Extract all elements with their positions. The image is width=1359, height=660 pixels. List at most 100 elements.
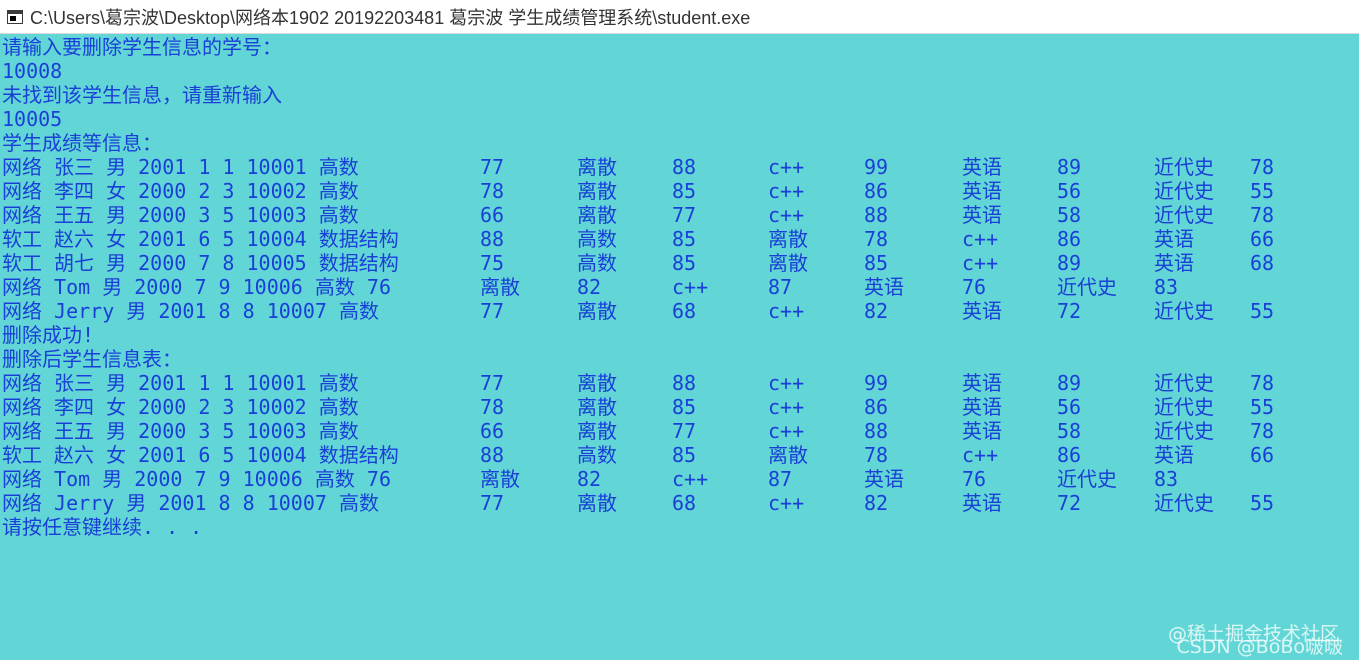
score-cell: 55 xyxy=(1250,179,1275,203)
console-output[interactable]: 请输入要删除学生信息的学号： 10008 未找到该学生信息，请重新输入 1000… xyxy=(2,35,1352,539)
score-cell: 99 xyxy=(864,155,889,179)
student-info-cell: 网络 王五 男 2000 3 5 10003 高数 xyxy=(2,419,359,443)
score-cell: c++ xyxy=(962,251,999,275)
score-cell: 86 xyxy=(864,179,889,203)
score-cell: 88 xyxy=(480,443,505,467)
score-cell: 76 xyxy=(962,467,987,491)
student-row: 软工 赵六 女 2001 6 5 10004 数据结构 88 高数 85 离散 78 c++… xyxy=(2,443,1352,467)
student-table-before: 网络 张三 男 2001 1 1 10001 高数 77 离散 88 c++ 99 英语 89… xyxy=(2,155,1352,323)
student-info-cell: 软工 赵六 女 2001 6 5 10004 数据结构 xyxy=(2,443,399,467)
score-cell: 85 xyxy=(672,179,697,203)
score-cell: 88 xyxy=(480,227,505,251)
score-cell: 82 xyxy=(577,275,602,299)
score-cell: 86 xyxy=(864,395,889,419)
student-row: 网络 Jerry 男 2001 8 8 10007 高数 77 离散 68 c++ 82 英… xyxy=(2,491,1352,515)
score-cell: 85 xyxy=(672,443,697,467)
score-cell: 66 xyxy=(480,203,505,227)
score-cell: 58 xyxy=(1057,419,1082,443)
score-cell: 近代史 xyxy=(1154,155,1214,179)
console-input-echo: 10008 xyxy=(2,59,63,83)
score-cell: 78 xyxy=(480,395,505,419)
score-cell: 86 xyxy=(1057,227,1082,251)
score-cell: 近代史 xyxy=(1154,491,1214,515)
score-cell: 68 xyxy=(1250,251,1275,275)
student-row: 网络 张三 男 2001 1 1 10001 高数 77 离散 88 c++ 99 英语 89… xyxy=(2,155,1352,179)
score-cell: 离散 xyxy=(768,443,808,467)
score-cell: 77 xyxy=(480,299,505,323)
score-cell: 77 xyxy=(480,491,505,515)
score-cell: 85 xyxy=(672,395,697,419)
student-info-cell: 网络 Tom 男 2000 7 9 10006 高数 76 xyxy=(2,467,391,491)
score-cell: 88 xyxy=(672,155,697,179)
score-cell: c++ xyxy=(768,179,805,203)
student-row: 网络 王五 男 2000 3 5 10003 高数 66 离散 77 c++ 88 英语 58… xyxy=(2,419,1352,443)
student-row: 网络 Tom 男 2000 7 9 10006 高数 76 离散 82 c++ 87 英语… xyxy=(2,467,1352,491)
score-cell: 英语 xyxy=(1154,227,1194,251)
score-cell: 85 xyxy=(672,227,697,251)
student-row: 网络 李四 女 2000 2 3 10002 高数 78 离散 85 c++ 86 英语 56… xyxy=(2,395,1352,419)
score-cell: 72 xyxy=(1057,299,1082,323)
score-cell: 英语 xyxy=(864,467,904,491)
score-cell: 56 xyxy=(1057,179,1082,203)
score-cell: 英语 xyxy=(962,491,1002,515)
score-cell: 68 xyxy=(672,491,697,515)
student-row: 网络 Jerry 男 2001 8 8 10007 高数 77 离散 68 c++ 82 英… xyxy=(2,299,1352,323)
score-cell: 近代史 xyxy=(1057,467,1117,491)
score-cell: 78 xyxy=(1250,155,1275,179)
console-line: 请按任意键继续. . . xyxy=(2,515,203,539)
console-input-echo: 10005 xyxy=(2,107,63,131)
score-cell: c++ xyxy=(768,155,805,179)
score-cell: c++ xyxy=(672,275,709,299)
score-cell: 近代史 xyxy=(1154,179,1214,203)
student-info-cell: 网络 Jerry 男 2001 8 8 10007 高数 xyxy=(2,491,379,515)
score-cell: 58 xyxy=(1057,203,1082,227)
score-cell: 83 xyxy=(1154,275,1179,299)
score-cell: c++ xyxy=(768,491,805,515)
score-cell: 78 xyxy=(864,443,889,467)
student-info-cell: 网络 Tom 男 2000 7 9 10006 高数 76 xyxy=(2,275,391,299)
score-cell: 近代史 xyxy=(1154,203,1214,227)
score-cell: 高数 xyxy=(577,227,617,251)
score-cell: c++ xyxy=(768,419,805,443)
score-cell: 85 xyxy=(864,251,889,275)
score-cell: 离散 xyxy=(480,275,520,299)
score-cell: 离散 xyxy=(577,371,617,395)
score-cell: 99 xyxy=(864,371,889,395)
console-line: 学生成绩等信息： xyxy=(2,131,162,155)
student-info-cell: 网络 李四 女 2000 2 3 10002 高数 xyxy=(2,395,359,419)
score-cell: 英语 xyxy=(962,419,1002,443)
student-row: 网络 张三 男 2001 1 1 10001 高数 77 离散 88 c++ 99 英语 89… xyxy=(2,371,1352,395)
score-cell: 近代史 xyxy=(1154,299,1214,323)
score-cell: 近代史 xyxy=(1154,395,1214,419)
console-line: 删除后学生信息表： xyxy=(2,347,182,371)
score-cell: 87 xyxy=(768,275,793,299)
student-info-cell: 网络 李四 女 2000 2 3 10002 高数 xyxy=(2,179,359,203)
student-info-cell: 网络 Jerry 男 2001 8 8 10007 高数 xyxy=(2,299,379,323)
score-cell: 近代史 xyxy=(1057,275,1117,299)
score-cell: 78 xyxy=(864,227,889,251)
score-cell: 英语 xyxy=(962,371,1002,395)
score-cell: 离散 xyxy=(577,491,617,515)
score-cell: 82 xyxy=(864,491,889,515)
score-cell: 78 xyxy=(1250,371,1275,395)
score-cell: 77 xyxy=(672,419,697,443)
score-cell: 英语 xyxy=(962,299,1002,323)
score-cell: 83 xyxy=(1154,467,1179,491)
score-cell: 英语 xyxy=(1154,251,1194,275)
window-titlebar[interactable]: C:\Users\葛宗波\Desktop\网络本1902 20192203481… xyxy=(0,0,1359,34)
score-cell: 英语 xyxy=(962,179,1002,203)
score-cell: 56 xyxy=(1057,395,1082,419)
score-cell: 离散 xyxy=(577,395,617,419)
score-cell: 英语 xyxy=(864,275,904,299)
student-row: 软工 赵六 女 2001 6 5 10004 数据结构 88 高数 85 离散 78 c++… xyxy=(2,227,1352,251)
score-cell: 78 xyxy=(1250,203,1275,227)
score-cell: 66 xyxy=(480,419,505,443)
score-cell: c++ xyxy=(768,299,805,323)
score-cell: 82 xyxy=(577,467,602,491)
student-row: 网络 王五 男 2000 3 5 10003 高数 66 离散 77 c++ 88 英语 58… xyxy=(2,203,1352,227)
console-line: 请输入要删除学生信息的学号： xyxy=(2,35,282,59)
score-cell: 离散 xyxy=(480,467,520,491)
score-cell: 89 xyxy=(1057,155,1082,179)
score-cell: 离散 xyxy=(768,251,808,275)
score-cell: 离散 xyxy=(577,155,617,179)
